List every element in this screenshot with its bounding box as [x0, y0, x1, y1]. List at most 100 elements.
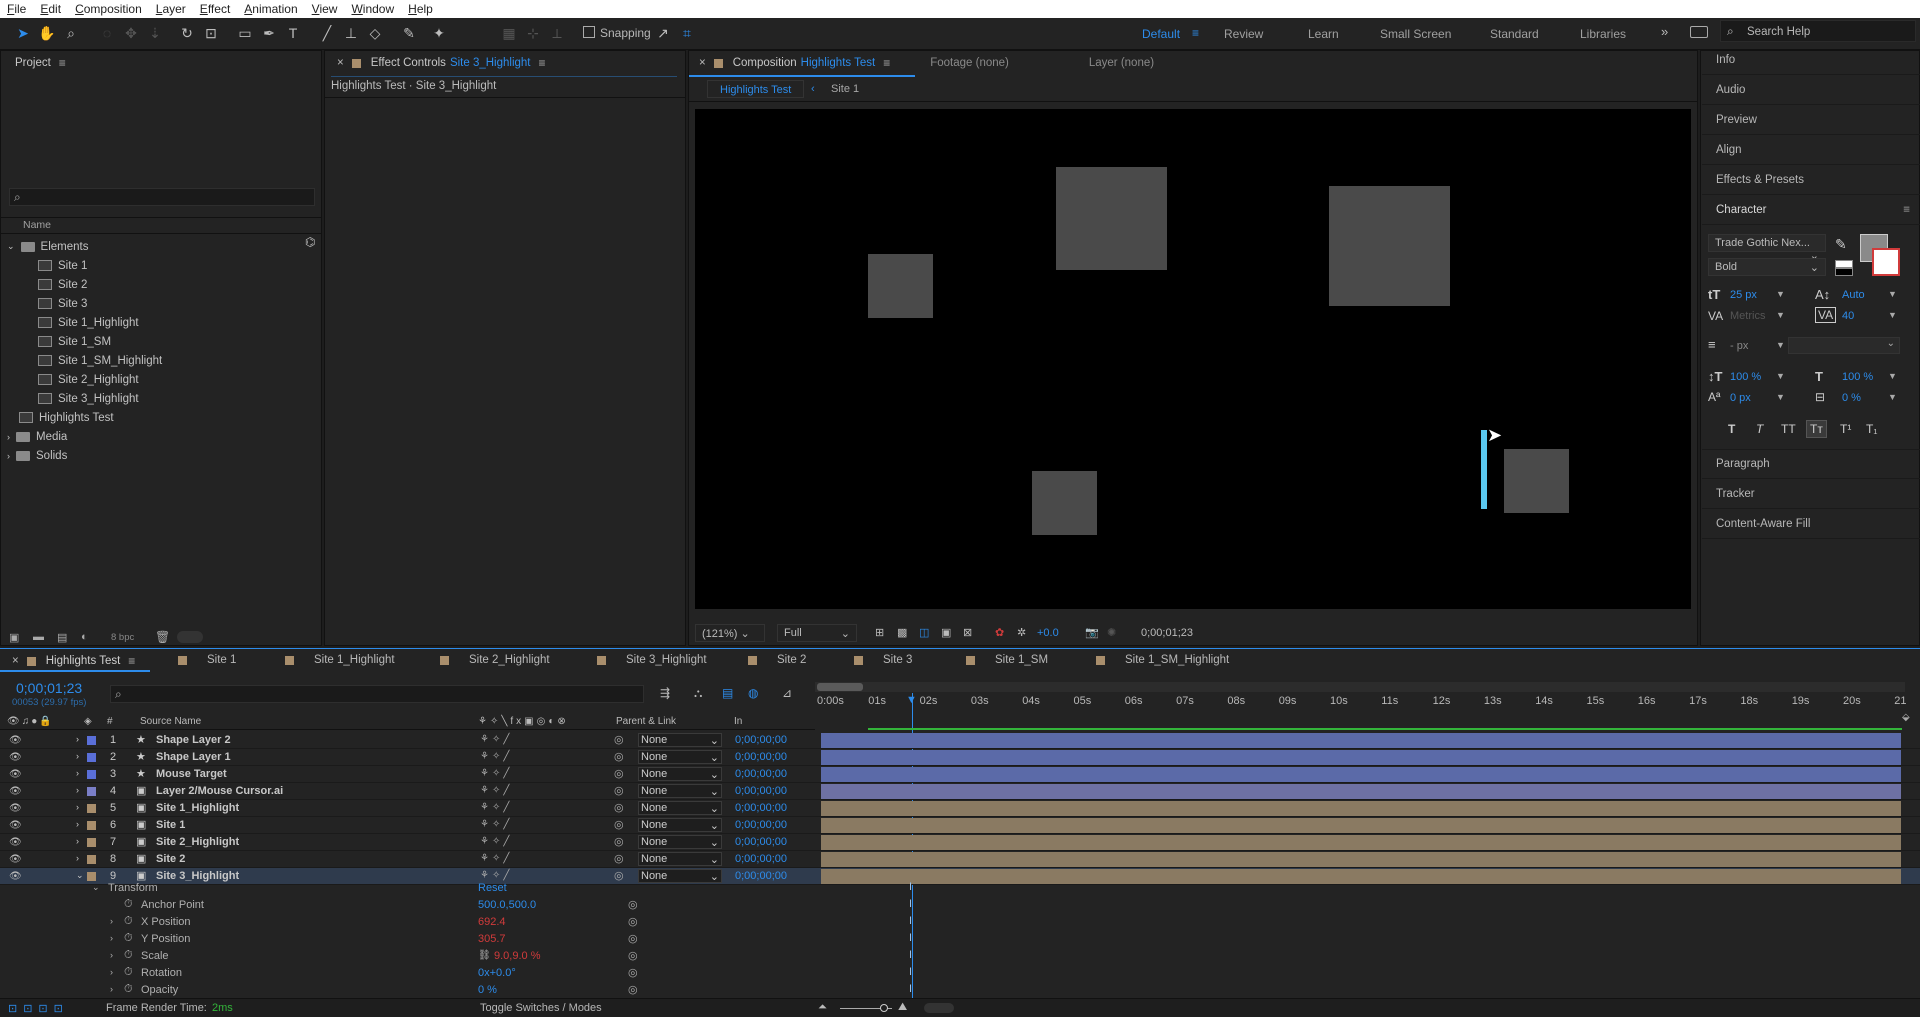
horizontal-scale-value[interactable]: 100 % [1842, 371, 1873, 383]
keyframe-marker-icon[interactable]: I [909, 983, 912, 995]
timeline-tab-site3-highlight[interactable]: Site 3_Highlight [597, 654, 707, 666]
trash-icon[interactable]: 🗑 [155, 630, 170, 644]
layer-color-label[interactable] [87, 787, 96, 796]
show-snapshot-icon[interactable]: ✺ [1107, 626, 1116, 639]
zoom-tool-icon[interactable]: ⌕ [62, 24, 80, 42]
av-features-icon[interactable]: 👁♫●🔒 [7, 716, 54, 727]
lock-icon[interactable] [713, 58, 723, 68]
layer-in-time[interactable]: 0;00;00;00 [735, 751, 787, 763]
layer-name[interactable]: Shape Layer 1 [156, 751, 231, 763]
in-header[interactable]: In [734, 716, 742, 727]
workspace-learn[interactable]: Learn [1308, 27, 1339, 41]
viewer-timecode[interactable]: 0;00;01;23 [1141, 627, 1193, 639]
menu-view[interactable]: View [305, 2, 345, 16]
layer-name[interactable]: Shape Layer 2 [156, 734, 231, 746]
transform-property-row[interactable]: › ⏱ Y Position 305.7 ◎ I [0, 931, 1920, 948]
character-panel-tab[interactable]: Character ≡ [1702, 195, 1920, 225]
keyframe-marker-icon[interactable]: I [909, 949, 912, 961]
menu-window[interactable]: Window [344, 2, 401, 16]
stopwatch-icon[interactable]: ⏱ [124, 932, 133, 945]
font-style-dropdown[interactable]: Bold ⌄ [1708, 258, 1826, 276]
parent-dropdown[interactable]: None ⌄ [638, 784, 722, 798]
type-tool-icon[interactable]: T [284, 24, 302, 42]
project-item-site1[interactable]: Site 1 [1, 256, 319, 275]
collapse-arrow-icon[interactable]: ⌄ [92, 882, 100, 893]
project-item-media[interactable]: › Media [1, 427, 319, 446]
expression-pickwhip-icon[interactable]: ◎ [628, 915, 638, 928]
expand-arrow-icon[interactable]: › [76, 751, 79, 761]
site-placeholder-square[interactable] [1504, 449, 1569, 513]
switches-header-icon[interactable]: ⚘✧╲fx▣◎◐⊗ [478, 716, 569, 727]
layer-name[interactable]: Site 1_Highlight [156, 802, 239, 814]
zoom-in-icon[interactable]: ⛰ [898, 1001, 907, 1014]
parent-dropdown[interactable]: None ⌄ [638, 818, 722, 832]
panel-menu-icon[interactable]: ≡ [539, 56, 546, 70]
toggle-switches-modes-button[interactable]: Toggle Switches / Modes [480, 1002, 602, 1014]
parent-dropdown[interactable]: None ⌄ [638, 750, 722, 764]
parent-dropdown[interactable]: None ⌄ [638, 852, 722, 866]
shy-layers-icon[interactable]: ▤ [722, 686, 733, 700]
hscale-dropdown-icon[interactable]: ▼ [1888, 371, 1897, 381]
project-item-solids[interactable]: › Solids [1, 446, 319, 465]
footer-toggle-icons[interactable]: ⊡⊡⊡⊡ [8, 1002, 69, 1015]
layer-name[interactable]: Site 2_Highlight [156, 836, 239, 848]
expand-arrow-icon[interactable]: › [110, 967, 113, 977]
effects-presets-panel-tab[interactable]: Effects & Presets [1702, 165, 1920, 195]
time-ruler[interactable]: 0:00s 01s 02s 03s 04s 05s 06s 07s 08s 09s 10s 11s 12… [815, 692, 1907, 714]
faux-italic-button[interactable]: T [1756, 422, 1763, 436]
expand-arrow-icon[interactable]: › [110, 916, 113, 926]
project-item-site3[interactable]: Site 3 [1, 294, 319, 313]
menu-effect[interactable]: Effect [193, 2, 237, 16]
comp-nav-current[interactable]: Highlights Test [707, 80, 805, 98]
transform-property-row[interactable]: › ⏱ Opacity 0 % ◎ I [0, 982, 1920, 999]
timeline-timecode[interactable]: 0;00;01;23 [16, 680, 82, 696]
timeline-tab-site3[interactable]: Site 3 [854, 654, 912, 666]
footage-tab[interactable]: Footage (none) [930, 57, 1009, 69]
layer-duration-bar[interactable] [821, 818, 1901, 833]
workspace-review[interactable]: Review [1224, 27, 1263, 41]
property-value[interactable]: 0x+0.0° [478, 967, 516, 979]
align-panel-tab[interactable]: Align [1702, 135, 1920, 165]
layer-name[interactable]: Site 1 [156, 819, 185, 831]
menu-composition[interactable]: Composition [68, 2, 149, 16]
layer-name[interactable]: Layer 2/Mouse Cursor.ai [156, 785, 283, 797]
effect-controls-title[interactable]: Effect Controls [371, 57, 446, 69]
region-of-interest-icon[interactable]: ▣ [941, 626, 951, 639]
frame-blending-icon[interactable]: ◍ [748, 686, 758, 700]
expression-pickwhip-icon[interactable]: ◎ [628, 932, 638, 945]
hand-tool-icon[interactable]: ✋ [38, 24, 56, 42]
puppet-tool-icon[interactable]: ✦ [430, 24, 448, 42]
expression-pickwhip-icon[interactable]: ◎ [628, 949, 638, 962]
rotation-tool-icon[interactable]: ↻ [178, 24, 196, 42]
layer-switches[interactable]: ⚘✧╱ [480, 802, 512, 813]
composition-name[interactable]: Highlights Test [801, 57, 876, 69]
stopwatch-icon[interactable]: ⏱ [124, 949, 133, 962]
subscript-button[interactable]: T₁ [1866, 422, 1877, 436]
pickwhip-icon[interactable]: ◎ [614, 835, 624, 848]
project-item-site2[interactable]: Site 2 [1, 275, 319, 294]
layer-switches[interactable]: ⚘✧╱ [480, 751, 512, 762]
property-value[interactable]: 692.4 [478, 916, 506, 928]
layer-switches[interactable]: ⚘✧╱ [480, 836, 512, 847]
vscale-dropdown-icon[interactable]: ▼ [1776, 371, 1785, 381]
guides-icon[interactable]: ⊠ [963, 626, 972, 639]
layer-duration-bar[interactable] [821, 835, 1901, 850]
graph-editor-icon[interactable]: ⊿ [782, 686, 792, 700]
layer-row[interactable]: 👁 › 8 ▣ Site 2 ⚘✧╱ ◎ None ⌄ 0;00;00;00 [0, 851, 1920, 868]
project-item-site3-highlight[interactable]: Site 3_Highlight [1, 389, 319, 408]
visibility-eye-icon[interactable]: 👁 [9, 786, 22, 797]
pickwhip-icon[interactable]: ◎ [614, 818, 624, 831]
expression-pickwhip-icon[interactable]: ◎ [628, 898, 638, 911]
layer-color-label[interactable] [87, 838, 96, 847]
zoom-slider-thumb[interactable] [880, 1004, 888, 1012]
playhead-handle-icon[interactable]: ▼ [906, 694, 917, 706]
menu-layer[interactable]: Layer [149, 2, 193, 16]
workspace-default[interactable]: Default [1142, 27, 1180, 41]
leading-value[interactable]: Auto [1842, 289, 1865, 301]
eyedropper-icon[interactable]: ✎ [1835, 236, 1847, 253]
stroke-dropdown-icon[interactable]: ▼ [1776, 340, 1785, 350]
keyframe-marker-icon[interactable]: I [909, 898, 912, 910]
interpret-footage-icon[interactable]: ▣ [9, 631, 19, 644]
stopwatch-icon[interactable]: ⏱ [124, 898, 133, 911]
font-family-dropdown[interactable]: Trade Gothic Nex... ⌄ [1708, 234, 1826, 262]
